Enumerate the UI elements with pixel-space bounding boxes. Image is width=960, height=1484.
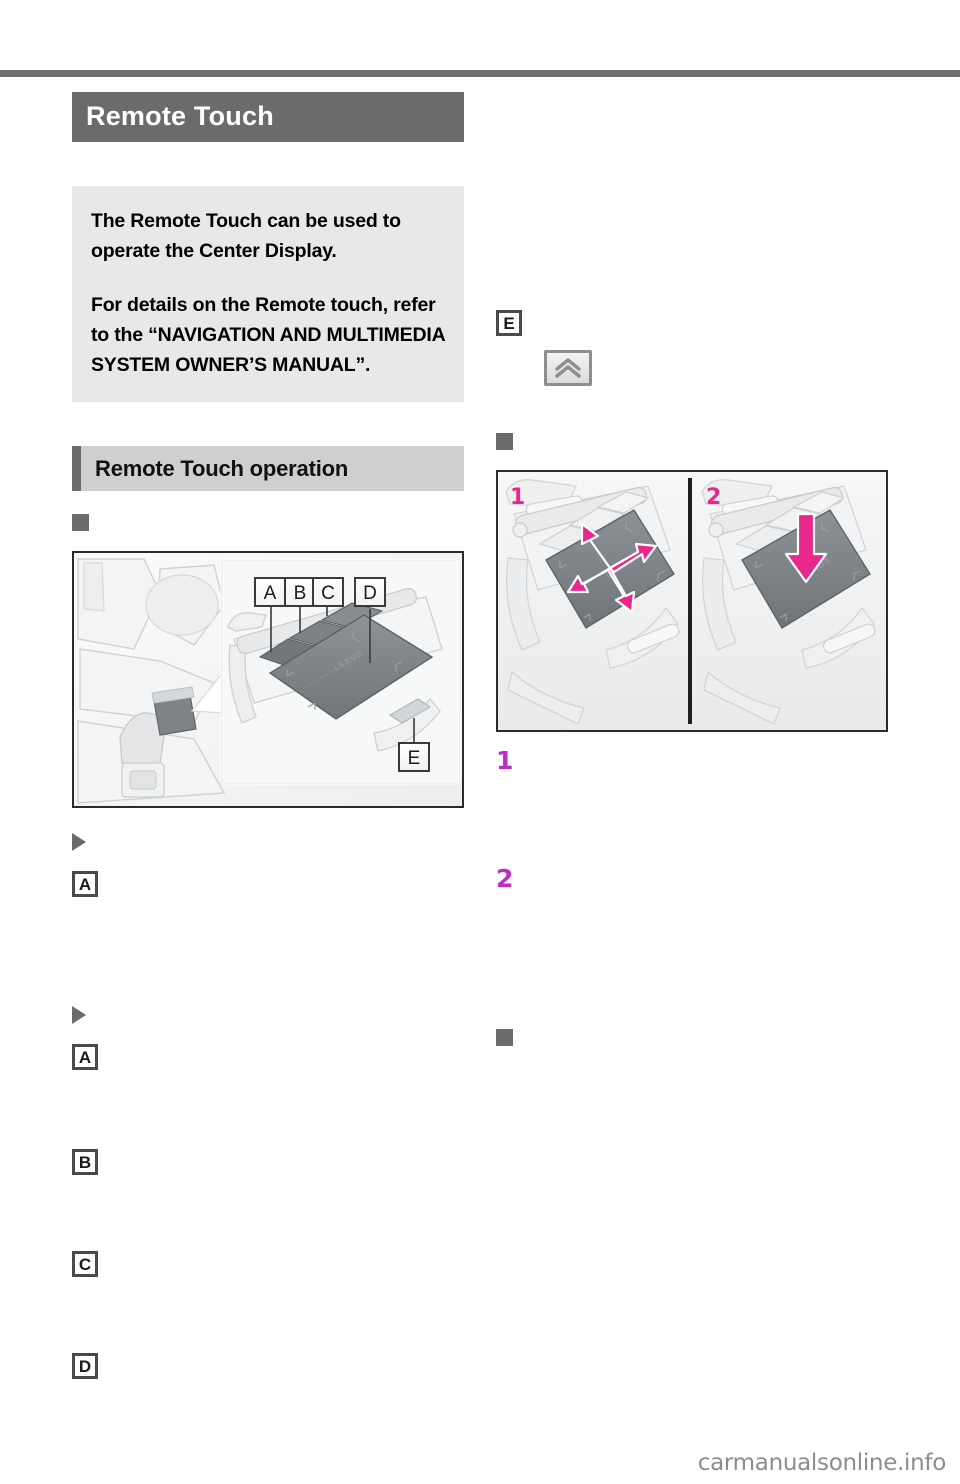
console-illustration: LEXUS A B C D E <box>74 553 462 806</box>
triangle-bullet-icon <box>72 1006 86 1024</box>
svg-text:D: D <box>363 583 377 604</box>
heading-components <box>72 513 464 531</box>
gestures-illustration: LEXUS 1 <box>498 472 886 730</box>
step-item-1: 1 <box>496 748 888 824</box>
triangle-heading-1 <box>72 832 464 851</box>
callout-letter-box: E <box>496 310 522 336</box>
intro-paragraph-2: For details on the Remote touch, refer t… <box>91 294 445 376</box>
triangle-bullet-icon <box>72 833 86 851</box>
callout-item-b: B <box>72 1149 464 1223</box>
step-number: 2 <box>496 864 514 893</box>
heading-gestures <box>496 432 888 450</box>
double-chevron-up-icon[interactable] <box>544 350 592 386</box>
callout-letter-box: B <box>72 1149 98 1175</box>
svg-text:A: A <box>264 583 277 604</box>
site-watermark: carmanualsonline.info <box>697 1450 947 1476</box>
page-top-rule <box>0 70 960 77</box>
manual-page: Remote Touch The Remote Touch can be use… <box>0 0 960 1484</box>
section-title-text: Remote Touch <box>86 100 274 131</box>
step-item-2: 2 <box>496 866 888 942</box>
subsection-header: Remote Touch operation <box>72 446 464 491</box>
svg-text:E: E <box>408 748 421 769</box>
section-title-bar: Remote Touch <box>72 92 464 142</box>
heading-trailing <box>496 1028 888 1046</box>
intro-box: The Remote Touch can be used to operate … <box>72 186 464 402</box>
callout-item-c: C <box>72 1251 464 1325</box>
figure-touchpad-gestures: LEXUS 1 <box>496 470 888 732</box>
intro-paragraph-1: The Remote Touch can be used to operate … <box>91 210 401 262</box>
callout-item-e: E <box>496 310 888 336</box>
svg-text:B: B <box>294 583 307 604</box>
svg-text:C: C <box>321 583 335 604</box>
callout-item-d: D <box>72 1353 464 1403</box>
figure-console-remote-touch: LEXUS A B C D E <box>72 551 464 808</box>
callout-letter-box: A <box>72 871 98 897</box>
square-bullet-icon <box>496 1029 513 1046</box>
subsection-label: Remote Touch operation <box>95 455 349 481</box>
callout-item-a1: A <box>72 871 464 945</box>
chevron-button-row <box>496 350 888 386</box>
right-column: E 1 2 1 2 <box>496 92 888 1046</box>
step-number: 1 <box>496 746 514 775</box>
svg-text:2: 2 <box>706 485 721 510</box>
svg-text:1: 1 <box>510 485 525 510</box>
subsection-accent-bar <box>72 446 81 491</box>
triangle-heading-2 <box>72 1005 464 1024</box>
square-bullet-icon <box>496 433 513 450</box>
callout-item-a2: A <box>72 1044 464 1118</box>
callout-letter-box: C <box>72 1251 98 1277</box>
subsection-body: Remote Touch operation <box>81 446 464 491</box>
left-column: Remote Touch The Remote Touch can be use… <box>72 92 464 1403</box>
callout-letter-box: A <box>72 1044 98 1070</box>
callout-letter-box: D <box>72 1353 98 1379</box>
square-bullet-icon <box>72 514 89 531</box>
